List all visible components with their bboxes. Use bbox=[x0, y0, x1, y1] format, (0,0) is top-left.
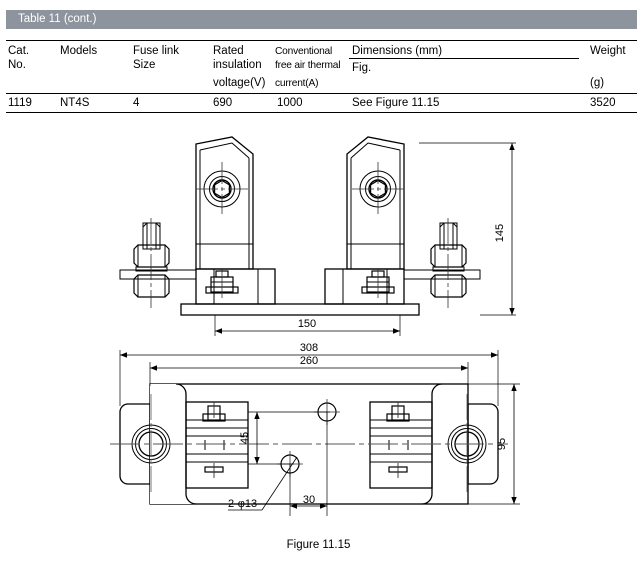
header-fuse-link-line1: Fuse link bbox=[133, 45, 180, 57]
hole-callout-label: 2-φ13 bbox=[228, 498, 257, 510]
cell-cat-no: 1119 bbox=[8, 97, 32, 109]
header-fuse-link-line2: Size bbox=[133, 59, 156, 71]
dim-label-30: 30 bbox=[303, 494, 315, 506]
header-rated-line2: insulation bbox=[213, 59, 262, 71]
cell-weight: 3520 bbox=[590, 97, 616, 109]
header-conventional-line3: current(A) bbox=[275, 78, 319, 89]
header-rated-line1: Rated bbox=[213, 45, 244, 57]
cell-dimensions: See Figure 11.15 bbox=[352, 97, 440, 109]
table-banner: Table 11 (cont.) bbox=[6, 10, 637, 29]
table-rule-bottom bbox=[6, 112, 637, 113]
figure-11-15-drawing: 145 150 308 260 95 45 30 2-φ13 bbox=[0, 118, 637, 564]
table-rule-header-bottom bbox=[6, 93, 637, 94]
table-11-region: Table 11 (cont.) Cat. No. Models Fuse li… bbox=[0, 0, 637, 118]
header-models: Models bbox=[60, 45, 98, 57]
header-cat-no-line1: Cat. bbox=[8, 45, 30, 57]
cell-fuse-link-size: 4 bbox=[133, 97, 140, 109]
dim-label-308: 308 bbox=[300, 342, 318, 354]
header-dimensions-line2: Fig. bbox=[352, 62, 372, 74]
header-weight-line1: Weight bbox=[590, 45, 626, 57]
dim-label-95: 95 bbox=[496, 438, 508, 450]
header-conventional-line2: free air thermal bbox=[275, 60, 341, 71]
cell-conventional-current: 1000 bbox=[277, 97, 303, 109]
dim-label-150: 150 bbox=[298, 318, 316, 330]
table-rule-top bbox=[6, 40, 637, 41]
cell-rated-insulation-voltage: 690 bbox=[213, 97, 233, 109]
header-conventional-line1: Conventional bbox=[275, 46, 333, 57]
header-cat-no-line2: No. bbox=[8, 59, 26, 71]
cell-models: NT4S bbox=[60, 97, 90, 109]
header-rated-line3: voltage(V) bbox=[213, 77, 266, 89]
header-weight-line2: (g) bbox=[590, 77, 605, 89]
table-rule-dimensions-underline bbox=[349, 58, 579, 59]
table-banner-title: Table 11 (cont.) bbox=[18, 13, 97, 25]
header-dimensions-line1: Dimensions (mm) bbox=[352, 45, 443, 57]
dim-label-145: 145 bbox=[494, 224, 506, 242]
dim-label-45: 45 bbox=[239, 432, 251, 444]
figure-caption: Figure 11.15 bbox=[286, 539, 351, 551]
dim-label-260: 260 bbox=[300, 355, 318, 367]
